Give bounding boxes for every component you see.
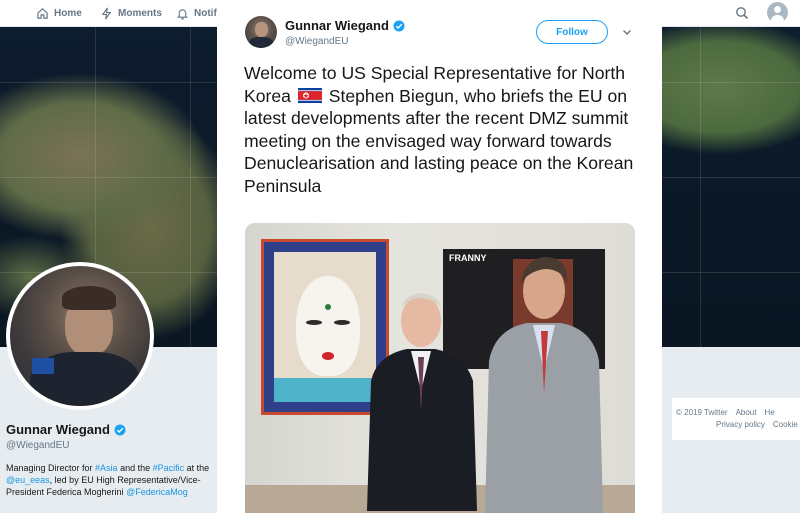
nav-home-label: Home: [54, 7, 82, 19]
tweet-author-handle[interactable]: @WiegandEU: [285, 36, 349, 47]
mask-mouth: [322, 352, 334, 360]
profile-bio: Managing Director for #Asia and the #Pac…: [6, 462, 211, 498]
chevron-down-icon[interactable]: [621, 26, 633, 38]
bio-link-mogherini[interactable]: @FedericaMog: [126, 487, 188, 497]
avatar-hair: [62, 286, 116, 310]
footer-row-2: Privacy policy Cookie: [676, 419, 800, 431]
mask-eye-right: [334, 320, 350, 325]
footer-privacy-link[interactable]: Privacy policy: [716, 420, 765, 429]
verified-badge-icon: [393, 20, 405, 31]
profile-name-text: Gunnar Wiegand: [6, 422, 110, 437]
tweet-photo[interactable]: FRANNY: [245, 223, 635, 513]
profile-avatar[interactable]: [6, 262, 154, 410]
profile-handle: @WiegandEU: [6, 440, 70, 451]
person-left: [367, 293, 477, 511]
mask-eye-left: [306, 320, 322, 325]
account-avatar-body: [771, 15, 784, 23]
nav-moments-label: Moments: [118, 7, 162, 19]
verified-badge-icon: [114, 424, 126, 435]
bio-text: and the: [117, 463, 153, 473]
tweet-text: Welcome to US Special Representative for…: [244, 62, 639, 197]
tweet-author-name[interactable]: Gunnar Wiegand: [285, 18, 405, 33]
bio-link-asia[interactable]: #Asia: [95, 463, 118, 473]
search-icon[interactable]: [735, 6, 749, 20]
bio-text: at the: [184, 463, 210, 473]
tweet-modal: Gunnar Wiegand @WiegandEU Follow Welcome…: [217, 0, 662, 513]
mask-face: [296, 276, 360, 376]
footer-cookies-link[interactable]: Cookie: [773, 420, 798, 429]
copyright-text: © 2019 Twitter: [676, 408, 728, 417]
mask-dot: [325, 304, 331, 310]
person-right: [485, 257, 603, 513]
bio-link-pacific[interactable]: #Pacific: [153, 463, 185, 473]
footer-about-link[interactable]: About: [736, 408, 757, 417]
footer-row-1: © 2019 Twitter About He: [676, 407, 800, 419]
tweet-avatar-face: [255, 22, 268, 37]
nav-home[interactable]: Home: [36, 0, 82, 26]
bell-icon: [176, 8, 189, 20]
tweet-author-avatar[interactable]: [245, 16, 277, 48]
tweet-author-name-text: Gunnar Wiegand: [285, 18, 389, 33]
profile-name: Gunnar Wiegand: [6, 422, 126, 437]
nav-moments[interactable]: Moments: [100, 0, 162, 26]
nav-notifications-label: Notif: [194, 7, 217, 19]
lightning-icon: [101, 7, 112, 19]
north-korea-flag-icon: [297, 87, 322, 103]
account-avatar-head: [774, 6, 781, 13]
tweet-avatar-suit: [249, 37, 273, 48]
nav-notifications[interactable]: Notif: [176, 0, 217, 26]
bio-text: Managing Director for: [6, 463, 96, 473]
footer-help-link[interactable]: He: [764, 408, 774, 417]
home-icon: [37, 7, 48, 19]
footer-links: © 2019 Twitter About He Privacy policy Cook…: [676, 407, 800, 431]
bio-link-eeas[interactable]: @eu_eeas: [6, 475, 50, 485]
account-avatar[interactable]: [767, 2, 788, 23]
follow-button[interactable]: Follow: [536, 20, 608, 44]
eu-flag-icon: [32, 358, 54, 374]
